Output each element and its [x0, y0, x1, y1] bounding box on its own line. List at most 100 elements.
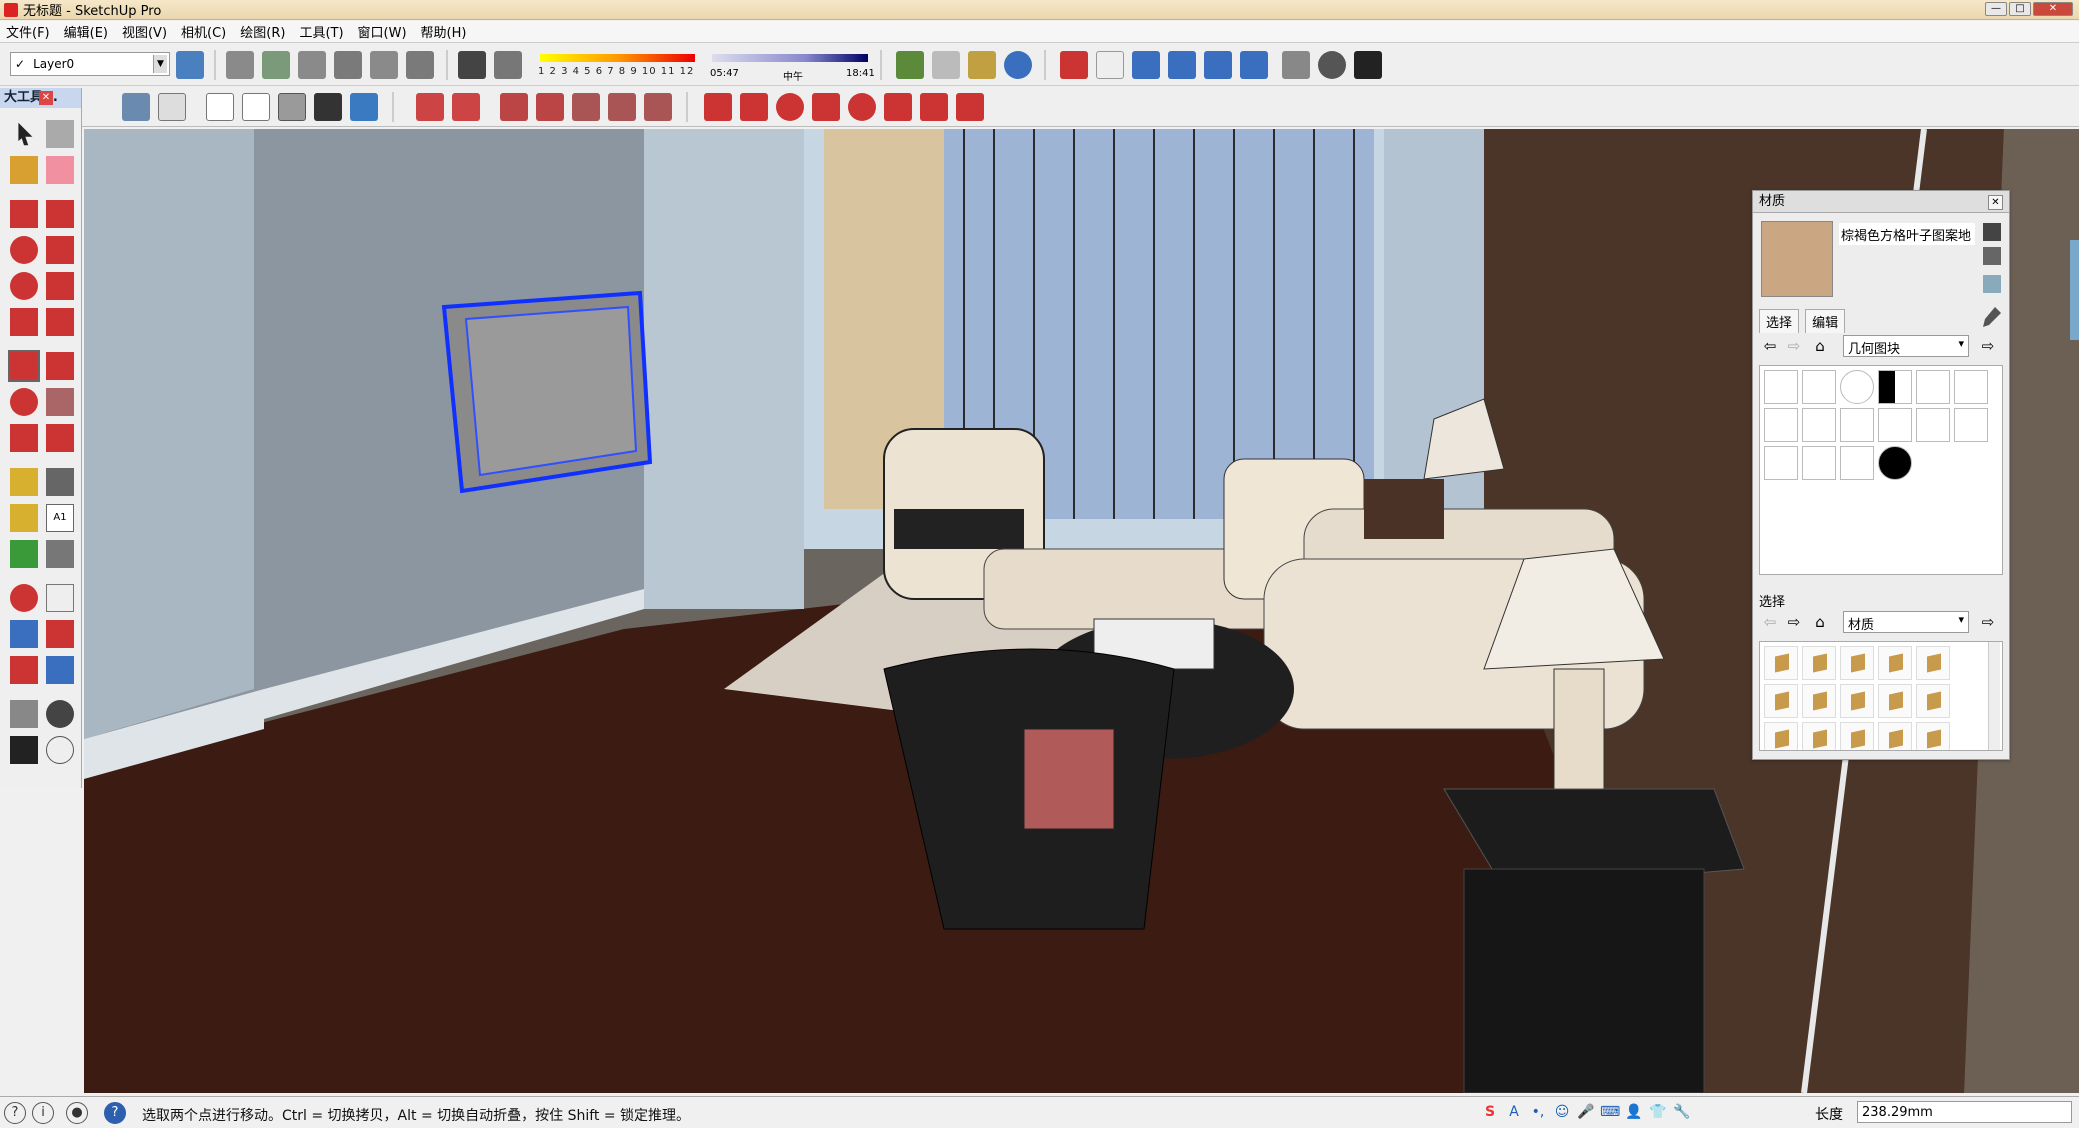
orbit-icon[interactable]	[1060, 51, 1088, 79]
previous-tool-icon[interactable]	[46, 656, 74, 684]
ime-user-icon[interactable]: 👤	[1624, 1101, 1644, 1123]
right-view-icon[interactable]	[334, 51, 362, 79]
wireframe-icon[interactable]	[206, 93, 234, 121]
material-tile[interactable]	[1916, 370, 1950, 404]
measure-input[interactable]: 238.29mm	[1857, 1101, 2072, 1123]
drape-icon[interactable]	[572, 93, 600, 121]
zoom-icon[interactable]	[1132, 51, 1160, 79]
material-tile[interactable]	[1802, 370, 1836, 404]
hidden-line-icon[interactable]	[242, 93, 270, 121]
circle-icon[interactable]	[776, 93, 804, 121]
material-tile[interactable]	[1764, 370, 1798, 404]
zoom-window-tool-icon[interactable]	[46, 620, 74, 648]
walk-tool-icon[interactable]	[10, 736, 38, 764]
folder-icon[interactable]	[1878, 646, 1912, 680]
follow-me-icon[interactable]	[46, 388, 74, 416]
folder-icon[interactable]	[1802, 646, 1836, 680]
folder-icon[interactable]	[1840, 684, 1874, 718]
zoom-extents-tool-icon[interactable]	[10, 656, 38, 684]
details-arrow-icon[interactable]: ⇨	[1979, 613, 1997, 631]
close-button[interactable]: ✕	[2033, 2, 2073, 16]
material-tile[interactable]	[1954, 408, 1988, 442]
move-icon[interactable]	[8, 350, 40, 382]
ime-mic-icon[interactable]: 🎤	[1576, 1101, 1596, 1123]
material-tile[interactable]	[1840, 370, 1874, 404]
default-material-icon[interactable]	[1983, 247, 2001, 265]
geo-location-icon[interactable]	[1004, 51, 1032, 79]
close-icon[interactable]: ✕	[39, 91, 53, 105]
menu-window[interactable]: 窗口(W)	[358, 22, 407, 41]
arc-tool-icon[interactable]	[46, 272, 74, 300]
offset-icon[interactable]	[46, 424, 74, 452]
geo-location-status-icon[interactable]: ?	[4, 1102, 26, 1124]
material-tile[interactable]	[1878, 408, 1912, 442]
menu-edit[interactable]: 编辑(E)	[64, 22, 108, 41]
material-tile[interactable]	[1764, 446, 1798, 480]
smoove-icon[interactable]	[500, 93, 528, 121]
maximize-button[interactable]: □	[2009, 2, 2031, 16]
material-tile[interactable]	[1802, 446, 1836, 480]
ime-keyboard-icon[interactable]: ⌨	[1600, 1101, 1620, 1123]
eyedropper-icon[interactable]	[1983, 307, 2001, 327]
arc-3pt-icon[interactable]	[956, 93, 984, 121]
forward-arrow-icon[interactable]: ⇨	[1785, 613, 1803, 631]
scale-icon[interactable]	[10, 424, 38, 452]
zoom-extents-icon[interactable]	[1204, 51, 1232, 79]
shadow-toggle-icon[interactable]	[458, 51, 486, 79]
freehand-tool-icon[interactable]	[46, 236, 74, 264]
walk-icon[interactable]	[1354, 51, 1382, 79]
details-arrow-icon[interactable]: ⇨	[1979, 337, 1997, 355]
monochrome-icon[interactable]	[350, 93, 378, 121]
rectangle-icon[interactable]	[704, 93, 732, 121]
layer-manager-icon[interactable]	[176, 51, 204, 79]
axes-icon[interactable]	[10, 540, 38, 568]
pan-tool-icon[interactable]	[46, 584, 74, 612]
folder-icon[interactable]	[1878, 684, 1912, 718]
menu-tools[interactable]: 工具(T)	[299, 22, 343, 41]
back-edges-icon[interactable]	[158, 93, 186, 121]
sandbox-scratch-icon[interactable]	[452, 93, 480, 121]
rectangle-tool-icon[interactable]	[10, 200, 38, 228]
material-name-field[interactable]: 棕褐色方格叶子图案地	[1839, 223, 1975, 245]
menu-help[interactable]: 帮助(H)	[421, 22, 467, 41]
collection-select-2[interactable]: 材质	[1843, 611, 1969, 633]
text-tool-icon[interactable]: A1	[46, 504, 74, 532]
material-tile[interactable]	[1840, 408, 1874, 442]
front-view-icon[interactable]	[298, 51, 326, 79]
previous-view-icon[interactable]	[1240, 51, 1268, 79]
shadow-date-slider[interactable]	[540, 54, 695, 62]
line-icon[interactable]	[740, 93, 768, 121]
pan-icon[interactable]	[1096, 51, 1124, 79]
rotate-icon[interactable]	[10, 388, 38, 416]
material-tile[interactable]	[1802, 408, 1836, 442]
section-display-icon[interactable]	[932, 51, 960, 79]
sandbox-contours-icon[interactable]	[416, 93, 444, 121]
folder-icon[interactable]	[1802, 684, 1836, 718]
material-tile[interactable]	[1764, 408, 1798, 442]
menu-camera[interactable]: 相机(C)	[181, 22, 226, 41]
material-tile[interactable]	[1916, 408, 1950, 442]
menu-file[interactable]: 文件(F)	[6, 22, 50, 41]
back-view-icon[interactable]	[370, 51, 398, 79]
credits-status-icon[interactable]: i	[32, 1102, 54, 1124]
home-icon[interactable]: ⌂	[1811, 337, 1829, 355]
flip-edge-icon[interactable]	[644, 93, 672, 121]
shaded-icon[interactable]	[278, 93, 306, 121]
folder-icon[interactable]	[1916, 722, 1950, 750]
push-pull-icon[interactable]	[46, 352, 74, 380]
position-camera-tool-icon[interactable]	[10, 700, 38, 728]
material-tile[interactable]	[1878, 370, 1912, 404]
home-icon[interactable]: ⌂	[1811, 613, 1829, 631]
zoom-tool-icon[interactable]	[10, 620, 38, 648]
folder-icon[interactable]	[1916, 684, 1950, 718]
ime-mode-icon[interactable]: A	[1504, 1101, 1524, 1123]
menu-view[interactable]: 视图(V)	[122, 22, 167, 41]
layer-select[interactable]: ✓ Layer0 ▼	[10, 52, 170, 76]
section-plane-icon[interactable]	[896, 51, 924, 79]
ime-settings-icon[interactable]: 🔧	[1672, 1101, 1692, 1123]
polygon-icon[interactable]	[848, 93, 876, 121]
walk-camera-icon[interactable]	[1282, 51, 1310, 79]
menu-draw[interactable]: 绘图(R)	[240, 22, 285, 41]
iso-view-icon[interactable]	[226, 51, 254, 79]
folder-icon[interactable]	[1878, 722, 1912, 750]
